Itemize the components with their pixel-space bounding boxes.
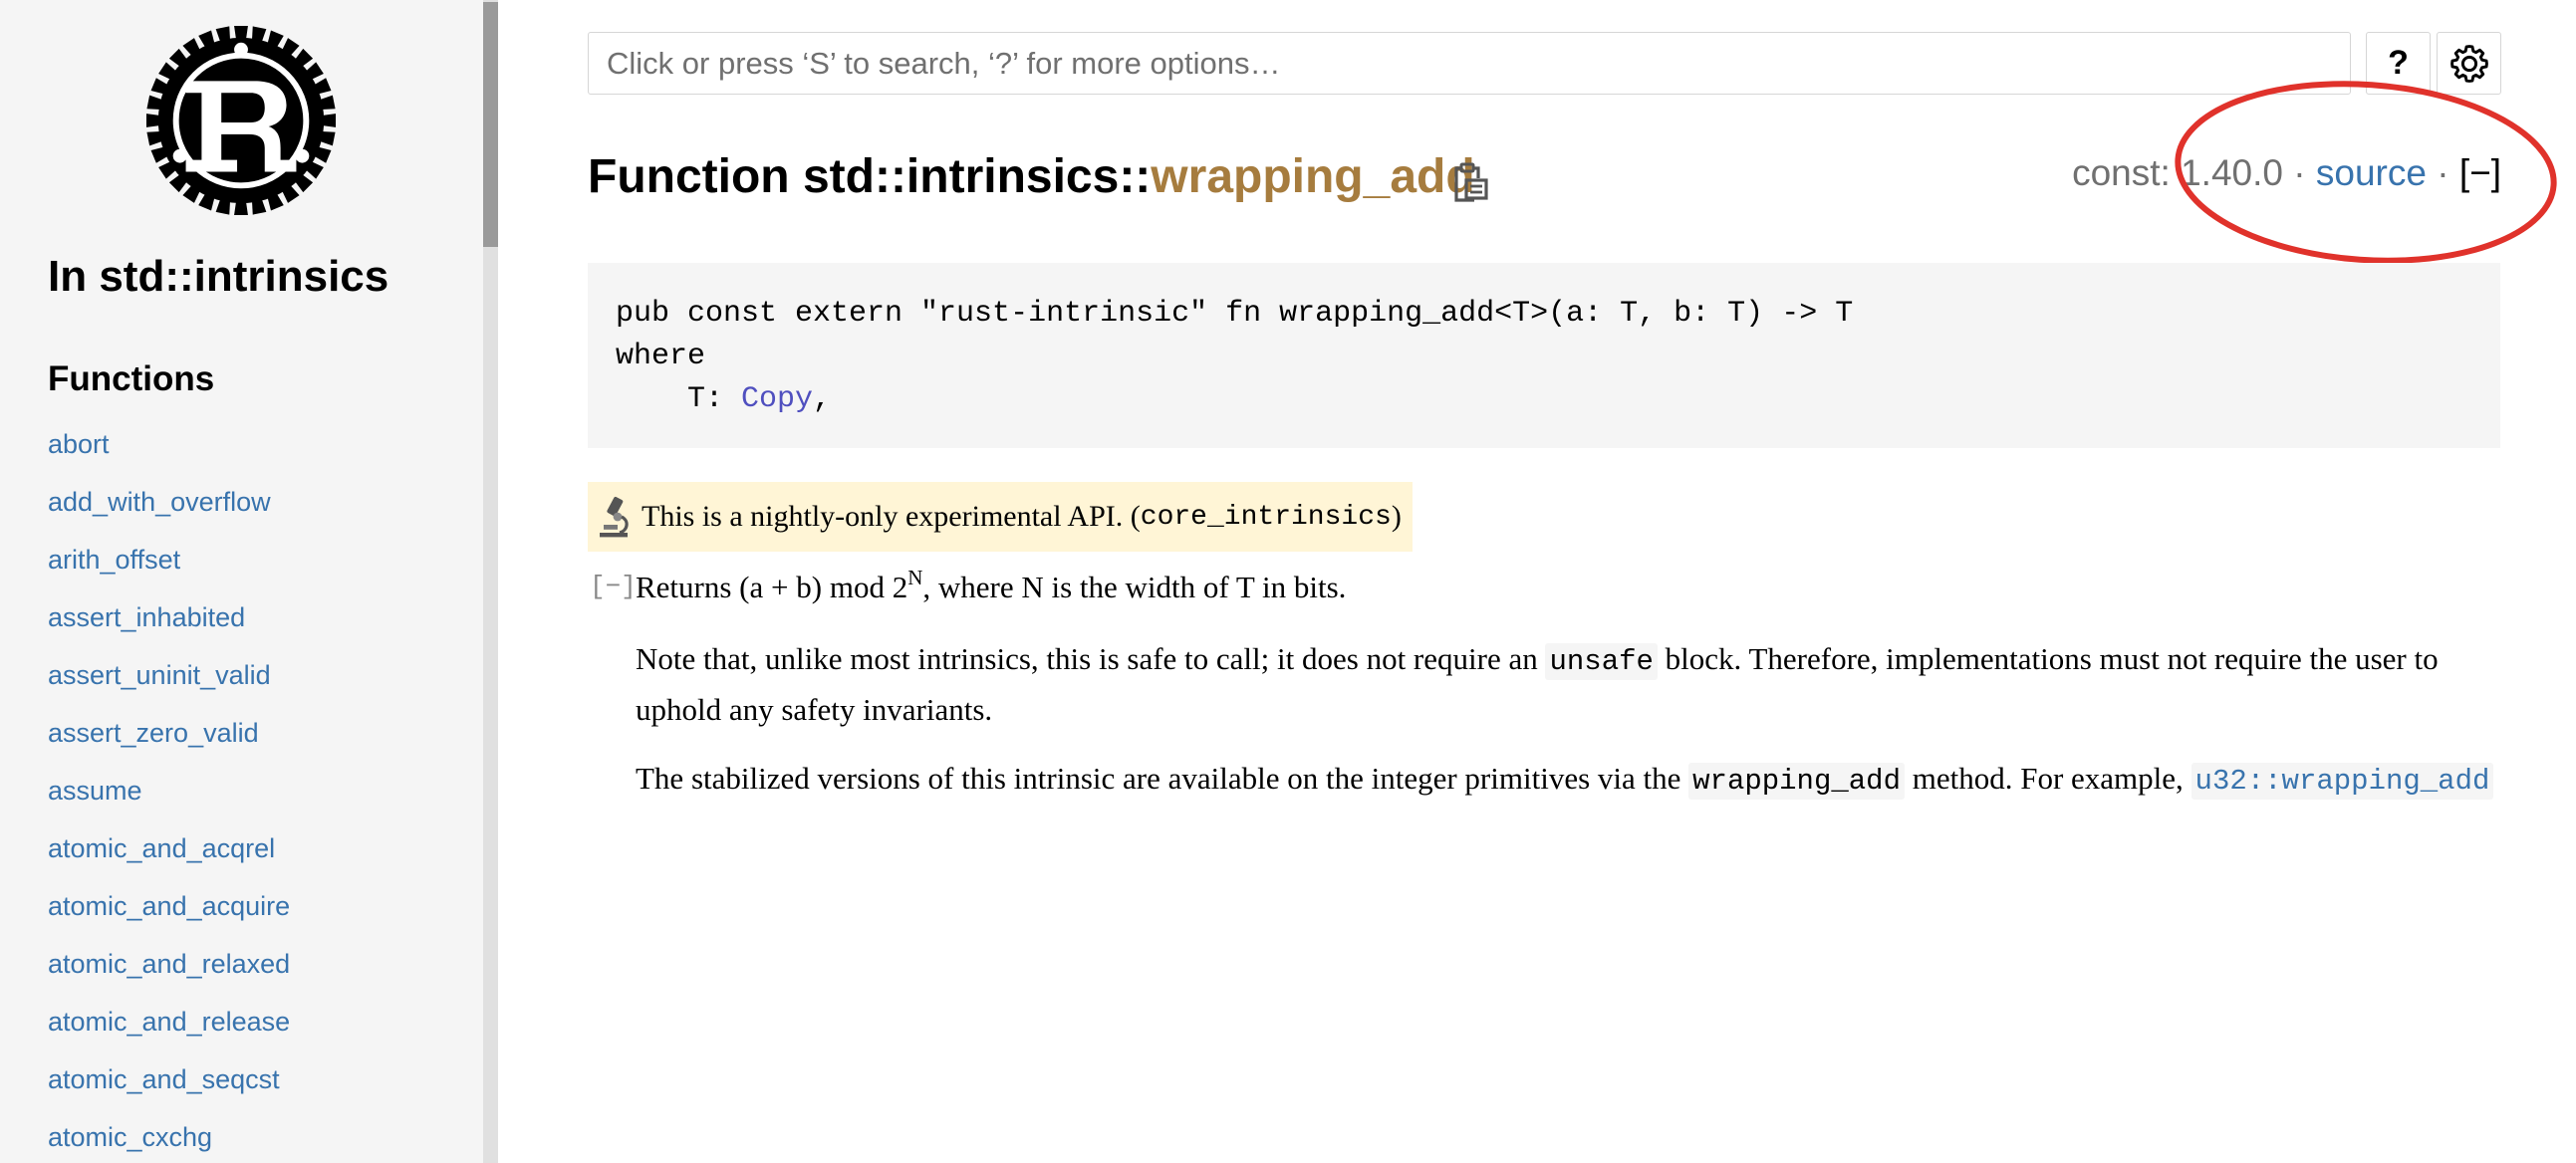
out-of-band-info: const: 1.40.0 · source · [−] — [2072, 152, 2501, 194]
unstable-close: ) — [1391, 500, 1402, 533]
title-function-name: wrapping_add — [1151, 150, 1475, 203]
sidebar-item-atomic-and-acqrel[interactable]: atomic_and_acqrel — [48, 830, 290, 888]
sidebar-item-assert-inhabited[interactable]: assert_inhabited — [48, 599, 290, 657]
const-since-version: 1.40.0 — [2181, 152, 2283, 193]
title-path[interactable]: std::intrinsics:: — [803, 150, 1151, 203]
unstable-banner: This is a nightly-only experimental API.… — [588, 482, 1413, 552]
docblock-toggle[interactable]: [−] — [590, 572, 637, 601]
settings-button[interactable] — [2437, 32, 2501, 95]
u32-wrapping-add-link[interactable]: u32::wrapping_add — [2190, 763, 2494, 800]
sidebar-item-atomic-and-release[interactable]: atomic_and_release — [48, 1004, 290, 1061]
summary-text-end: , where N is the width of T in bits. — [922, 570, 1347, 604]
doc-summary: Returns (a + b) mod 2N, where N is the w… — [636, 564, 1346, 611]
summary-text: Returns (a + b) mod 2 — [636, 570, 908, 604]
search-input[interactable] — [588, 32, 2351, 95]
source-link[interactable]: source — [2316, 152, 2427, 193]
unstable-text: This is a nightly-only experimental API.… — [642, 500, 1141, 533]
sidebar-item-arith-offset[interactable]: arith_offset — [48, 542, 290, 599]
doc-paragraph-stabilized: The stabilized versions of this intrinsi… — [636, 755, 2500, 806]
const-since-label: const: — [2072, 152, 2182, 193]
page-title: Function std::intrinsics::wrapping_add — [588, 149, 1475, 204]
signature-where: where — [616, 340, 706, 373]
paragraph-text: method. For example, — [1904, 761, 2191, 796]
signature-comma: , — [813, 382, 832, 416]
collapse-all-toggle[interactable]: [−] — [2459, 152, 2501, 193]
separator: · — [2426, 152, 2459, 193]
sidebar-section-functions[interactable]: Functions — [48, 359, 214, 399]
paragraph-text: The stabilized versions of this intrinsi… — [636, 761, 1689, 796]
sidebar-item-atomic-cxchg[interactable]: atomic_cxchg — [48, 1119, 290, 1163]
help-icon: ? — [2388, 44, 2409, 82]
sidebar-item-atomic-and-acquire[interactable]: atomic_and_acquire — [48, 888, 290, 946]
sidebar-item-atomic-and-seqcst[interactable]: atomic_and_seqcst — [48, 1061, 290, 1119]
feature-name: core_intrinsics — [1140, 501, 1392, 533]
sidebar: In std::intrinsics Functions abort add_w… — [0, 0, 483, 1163]
sidebar-module-heading[interactable]: In std::intrinsics — [48, 252, 388, 302]
title-kind: Function — [588, 150, 803, 203]
summary-superscript: N — [907, 566, 923, 589]
sidebar-scrollbar[interactable] — [483, 0, 498, 1163]
rust-logo[interactable] — [142, 22, 340, 219]
sidebar-scrollbar-thumb[interactable] — [483, 2, 498, 247]
microscope-icon — [600, 496, 629, 538]
function-signature: pub const extern "rust-intrinsic" fn wra… — [588, 263, 2500, 448]
paragraph-text: Note that, unlike most intrinsics, this … — [636, 641, 1546, 676]
clipboard-icon[interactable] — [1450, 162, 1488, 204]
sidebar-item-assert-uninit-valid[interactable]: assert_uninit_valid — [48, 657, 290, 715]
sidebar-item-assume[interactable]: assume — [48, 773, 290, 830]
inline-code-unsafe: unsafe — [1545, 643, 1658, 680]
gear-icon — [2449, 44, 2488, 83]
sidebar-item-assert-zero-valid[interactable]: assert_zero_valid — [48, 715, 290, 773]
sidebar-function-list: abort add_with_overflow arith_offset ass… — [48, 426, 290, 1163]
sidebar-item-abort[interactable]: abort — [48, 426, 290, 484]
signature-bound: T: — [616, 382, 742, 416]
copy-trait-link[interactable]: Copy — [741, 382, 813, 416]
sidebar-item-add-with-overflow[interactable]: add_with_overflow — [48, 484, 290, 542]
signature-line: pub const extern "rust-intrinsic" fn wra… — [616, 297, 1854, 331]
doc-paragraph-safety: Note that, unlike most intrinsics, this … — [636, 635, 2500, 734]
sidebar-item-atomic-and-relaxed[interactable]: atomic_and_relaxed — [48, 946, 290, 1004]
separator: · — [2282, 152, 2316, 193]
help-button[interactable]: ? — [2366, 32, 2431, 95]
inline-code-wrapping-add: wrapping_add — [1688, 763, 1905, 800]
